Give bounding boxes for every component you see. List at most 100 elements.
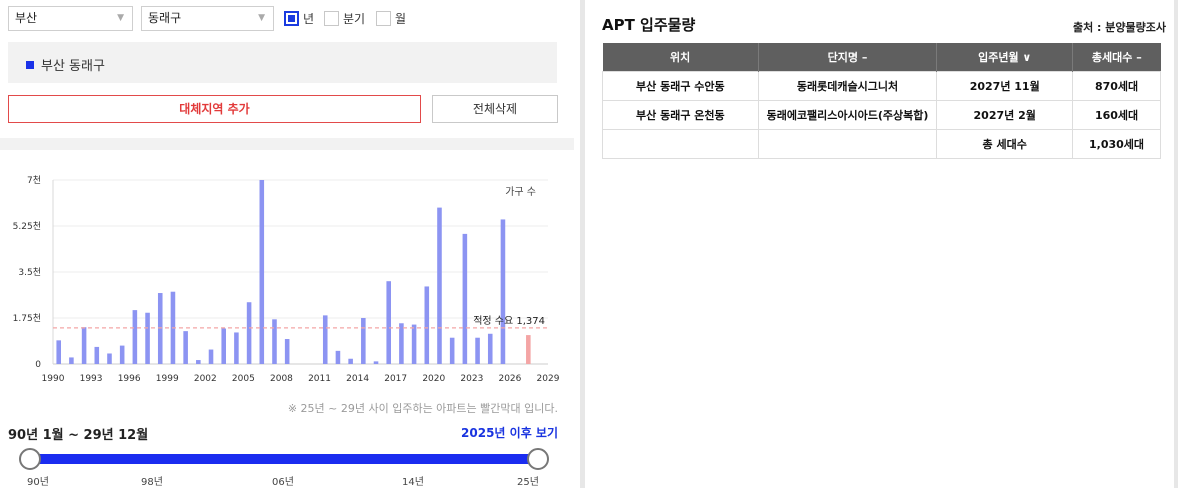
total-label: 총 세대수 <box>936 128 1074 159</box>
bar <box>183 331 188 364</box>
bar <box>272 319 277 364</box>
city-select-value: 부산 <box>15 11 38 25</box>
col-units-header[interactable]: 총세대수 – <box>1072 43 1161 71</box>
period-quarter-checkbox[interactable]: 분기 <box>324 10 365 27</box>
bar <box>411 324 417 364</box>
range-slider-start-handle[interactable] <box>19 448 41 470</box>
reference-line-label: 적정 수요 1,374 <box>473 315 545 327</box>
table-row[interactable]: 부산 동래구 수안동 동래롯데캐슬시그니처 2027년 11월 870세대 <box>602 70 1161 101</box>
bar <box>462 233 468 364</box>
cell-move-in: 2027년 2월 <box>936 99 1074 130</box>
period-quarter-label: 분기 <box>343 12 366 26</box>
bar <box>259 180 265 364</box>
bar <box>196 360 201 364</box>
bar <box>284 339 290 364</box>
bar <box>475 337 480 364</box>
add-region-button[interactable]: 대체지역 추가 <box>8 95 421 123</box>
bar <box>437 207 442 364</box>
view-after-2025-link[interactable]: 2025년 이후 보기 <box>461 424 558 441</box>
period-year-checkbox[interactable]: 년 <box>284 10 314 27</box>
bar <box>500 219 506 364</box>
x-tick-label: 1999 <box>156 374 179 384</box>
cell-complex: 동래롯데캐슬시그니처 <box>757 70 938 101</box>
checkbox-icon <box>324 11 339 26</box>
bar <box>94 346 100 364</box>
x-tick-label: 2014 <box>346 374 369 384</box>
x-tick-label: 2002 <box>194 374 217 384</box>
range-title: 90년 1월 ~ 29년 12월 <box>8 428 149 443</box>
bar <box>234 332 239 364</box>
clear-all-button[interactable]: 전체삭제 <box>432 95 558 123</box>
total-value: 1,030세대 <box>1072 128 1161 159</box>
cell-complex: 동래에코팰리스아시아드(주상복합) <box>757 99 938 130</box>
x-tick-label: 2017 <box>384 374 407 384</box>
apt-source: 출처 : 분양물량조사 <box>1072 21 1166 34</box>
bar <box>449 337 455 364</box>
bar <box>424 286 430 364</box>
supply-bar-chart: 0 1.75천 3.5천 5.25천 7천 1990 1993 1996 1999 2002 200… <box>13 175 560 384</box>
y-tick-label: 3.5천 <box>18 267 41 278</box>
range-tick-label: 25년 <box>517 477 539 488</box>
x-tick-label: 2020 <box>422 374 445 384</box>
range-slider-track[interactable] <box>30 454 538 464</box>
range-tick-label: 90년 <box>27 477 49 488</box>
range-slider-end-handle[interactable] <box>527 448 549 470</box>
bar <box>386 281 391 364</box>
col-complex-header[interactable]: 단지명 – <box>758 43 938 71</box>
table-row[interactable]: 부산 동래구 온천동 동래에코팰리스아시아드(주상복합) 2027년 2월 16… <box>602 99 1161 130</box>
bar <box>487 333 493 364</box>
x-tick-label: 2011 <box>308 374 331 384</box>
bar <box>246 302 252 364</box>
apt-supply-table: 위치 단지명 – 입주년월 ∨ 총세대수 – 부산 동래구 수안동 동래롯데캐슬… <box>602 43 1161 159</box>
period-month-checkbox[interactable]: 월 <box>376 10 406 27</box>
col-location-header[interactable]: 위치 <box>602 43 759 71</box>
x-tick-label: 1993 <box>80 374 103 384</box>
x-tick-label: 1996 <box>118 374 141 384</box>
col-move-in-header[interactable]: 입주년월 ∨ <box>936 43 1074 71</box>
cell-empty <box>757 128 938 159</box>
app-root: 부산 ▼ 동래구 ▼ 년 분기 월 부산 동래구 대체지역 추가 전체삭제 0 … <box>0 0 1191 488</box>
chart-footnote: ※ 25년 ~ 29년 사이 입주하는 아파트는 빨간막대 입니다. <box>287 402 558 415</box>
bar <box>81 327 87 364</box>
series-color-swatch <box>26 60 34 69</box>
left-panel: 부산 ▼ 동래구 ▼ 년 분기 월 부산 동래구 대체지역 추가 전체삭제 0 … <box>0 0 574 488</box>
period-year-label: 년 <box>303 12 315 26</box>
district-select[interactable]: 동래구 ▼ <box>141 6 274 31</box>
district-select-value: 동래구 <box>148 11 182 25</box>
cell-empty <box>602 128 759 159</box>
bar <box>107 353 112 364</box>
x-tick-label: 2023 <box>460 374 483 384</box>
bar <box>361 318 366 364</box>
y-tick-label: 1.75천 <box>13 313 41 324</box>
chevron-down-icon: ▼ <box>117 13 124 23</box>
x-tick-label: 2008 <box>270 374 293 384</box>
cell-units: 870세대 <box>1072 70 1161 101</box>
period-month-label: 월 <box>395 12 407 26</box>
selected-region-list: 부산 동래구 <box>8 42 557 83</box>
bar <box>145 312 150 364</box>
y-tick-label: 7천 <box>27 175 41 186</box>
chart-legend: 가구 수 <box>505 186 536 198</box>
bar <box>348 358 353 364</box>
checkbox-checked-icon <box>284 11 299 26</box>
table-header-row: 위치 단지명 – 입주년월 ∨ 총세대수 – <box>602 43 1161 71</box>
bar <box>221 328 226 364</box>
section-divider <box>0 138 574 150</box>
chevron-down-icon: ▼ <box>258 13 265 23</box>
x-tick-label: 2005 <box>232 374 255 384</box>
cell-move-in: 2027년 11월 <box>936 70 1074 101</box>
y-tick-label: 5.25천 <box>13 221 41 232</box>
right-edge-scrollbar[interactable] <box>1174 0 1178 488</box>
city-select[interactable]: 부산 ▼ <box>8 6 133 31</box>
cell-units: 160세대 <box>1072 99 1161 130</box>
bar <box>56 340 61 364</box>
y-tick-label: 0 <box>35 360 41 370</box>
range-tick-label: 14년 <box>402 477 424 488</box>
bar <box>69 357 74 364</box>
bar <box>119 345 125 364</box>
bar <box>373 361 379 364</box>
cell-location: 부산 동래구 온천동 <box>602 99 759 130</box>
bar <box>335 350 341 364</box>
cell-location: 부산 동래구 수안동 <box>602 70 759 101</box>
region-item[interactable]: 부산 동래구 <box>26 55 105 74</box>
